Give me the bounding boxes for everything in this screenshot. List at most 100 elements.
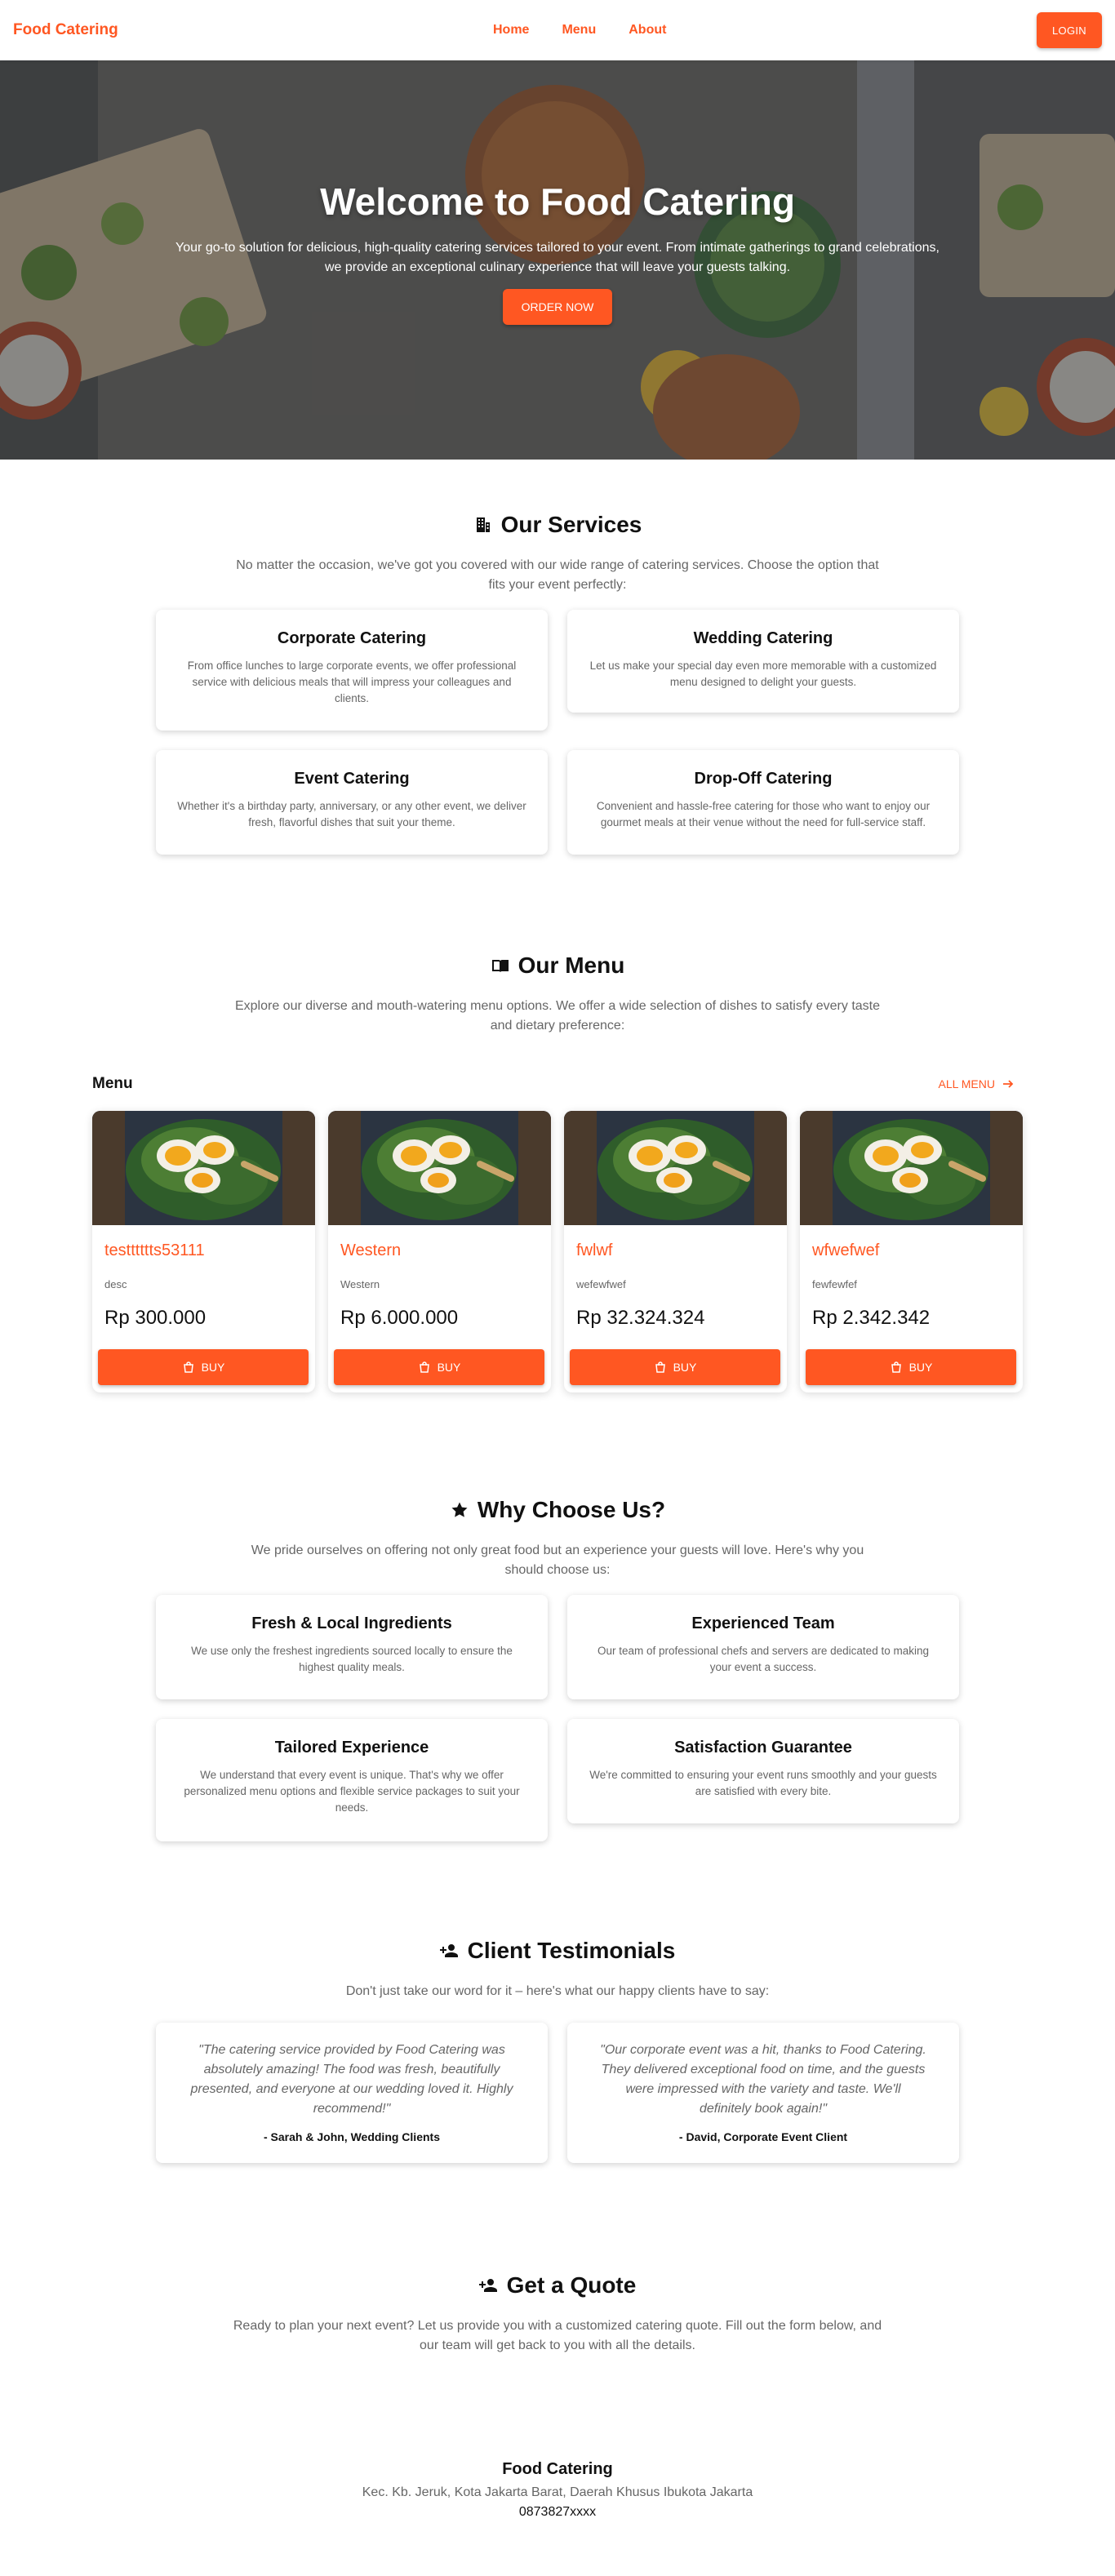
menu-description: Explore our diverse and mouth-watering m… <box>234 999 881 1033</box>
menu-item-image <box>564 1111 787 1225</box>
why-card-text: We understand that every event is unique… <box>184 1769 520 1814</box>
menu-item-name[interactable]: testttttts53111 <box>104 1241 303 1260</box>
all-menu-label: ALL MENU <box>938 1077 995 1090</box>
testimonial-card: "Our corporate event was a hit, thanks t… <box>567 2023 959 2163</box>
service-card-text: Let us make your special day even more m… <box>589 660 937 688</box>
menu-section: Our Menu Explore our diverse and mouth-w… <box>0 855 1115 1392</box>
order-now-button[interactable]: ORDER NOW <box>503 288 612 325</box>
menu-item-name[interactable]: Western <box>340 1241 539 1260</box>
menu-item-image <box>328 1111 551 1225</box>
menu-card: Western Western Rp 6.000.000 BUY <box>328 1111 551 1392</box>
testimonial-quote: "The catering service provided by Food C… <box>190 2043 513 2116</box>
service-card-text: Convenient and hassle-free catering for … <box>596 800 931 828</box>
footer-phone: 0873827xxxx <box>518 2505 597 2519</box>
menu-card-body: testttttts53111 desc Rp 300.000 BUY <box>92 1225 315 1385</box>
quote-description: Ready to plan your next event? Let us pr… <box>233 2319 882 2352</box>
building-icon <box>476 517 490 532</box>
testimonials-title: Client Testimonials <box>0 1938 1115 1964</box>
nav-links: Home Menu About <box>493 0 666 60</box>
menu-item-image <box>92 1111 315 1225</box>
brand-logo[interactable]: Food Catering <box>13 21 118 39</box>
service-card-text: From office lunches to large corporate e… <box>187 660 517 704</box>
buy-button-label: BUY <box>201 1361 225 1374</box>
menu-item-price: Rp 300.000 <box>104 1307 207 1329</box>
testimonial-card: "The catering service provided by Food C… <box>156 2023 548 2163</box>
menu-item-description: desc <box>104 1278 127 1290</box>
menu-item-description: Western <box>340 1278 380 1290</box>
nav-menu[interactable]: Menu <box>562 23 596 38</box>
menu-book-icon <box>491 960 509 972</box>
why-grid: Fresh & Local Ingredients We use only th… <box>156 1595 959 1841</box>
person-add-icon <box>439 1944 458 1957</box>
services-section: Our Services No matter the occasion, we'… <box>0 460 1115 855</box>
service-card-title: Event Catering <box>294 770 410 788</box>
login-button[interactable]: LOGIN <box>1037 12 1102 48</box>
why-card-text: We use only the freshest ingredients sou… <box>191 1645 513 1673</box>
services-title: Our Services <box>0 512 1115 538</box>
buy-button[interactable]: BUY <box>570 1349 780 1385</box>
footer-address: Kec. Kb. Jeruk, Kota Jakarta Barat, Daer… <box>362 2485 753 2499</box>
service-card: Corporate Catering From office lunches t… <box>156 610 548 731</box>
shopping-bag-icon <box>183 1361 193 1373</box>
all-menu-link[interactable]: ALL MENU <box>938 1077 1015 1090</box>
menu-title: Our Menu <box>0 953 1115 979</box>
why-card-title: Tailored Experience <box>274 1739 429 1757</box>
menu-item-price: Rp 32.324.324 <box>576 1307 705 1329</box>
menu-card: fwlwf wefewfwef Rp 32.324.324 BUY <box>564 1111 787 1392</box>
shopping-bag-icon <box>655 1361 665 1373</box>
hero-description: Your go-to solution for delicious, high-… <box>175 240 940 274</box>
why-card-title: Satisfaction Guarantee <box>674 1739 852 1757</box>
testimonials-section: Client Testimonials Don't just take our … <box>0 1841 1115 2163</box>
menu-item-description: fewfewfef <box>812 1278 857 1290</box>
menu-item-description: wefewfwef <box>576 1278 626 1290</box>
service-card-title: Corporate Catering <box>277 629 427 647</box>
why-title: Why Choose Us? <box>0 1497 1115 1523</box>
service-card-title: Wedding Catering <box>693 629 833 647</box>
why-card-text: We're committed to ensuring your event r… <box>589 1769 937 1797</box>
buy-button[interactable]: BUY <box>806 1349 1016 1385</box>
menu-item-image-wrap <box>800 1111 1023 1225</box>
shopping-bag-icon <box>419 1361 429 1373</box>
menu-item-image-wrap <box>328 1111 551 1225</box>
service-card-text: Whether it's a birthday party, anniversa… <box>177 800 526 828</box>
menu-grid: testttttts53111 desc Rp 300.000 BUY West… <box>92 1111 1023 1392</box>
footer: Food Catering Kec. Kb. Jeruk, Kota Jakar… <box>0 2356 1115 2520</box>
testimonial-author: - Sarah & John, Wedding Clients <box>264 2130 440 2143</box>
star-icon <box>451 1502 468 1517</box>
menu-card: wfwefwef fewfewfef Rp 2.342.342 BUY <box>800 1111 1023 1392</box>
nav-home[interactable]: Home <box>493 23 529 38</box>
why-card-text: Our team of professional chefs and serve… <box>597 1645 929 1673</box>
why-card-title: Fresh & Local Ingredients <box>251 1614 452 1632</box>
nav-about[interactable]: About <box>629 23 666 38</box>
service-card: Wedding Catering Let us make your specia… <box>567 610 959 713</box>
buy-button[interactable]: BUY <box>98 1349 309 1385</box>
why-card: Fresh & Local Ingredients We use only th… <box>156 1595 548 1699</box>
menu-card-body: wfwefwef fewfewfef Rp 2.342.342 BUY <box>800 1225 1023 1385</box>
testimonials-grid: "The catering service provided by Food C… <box>156 2023 959 2163</box>
menu-card-body: fwlwf wefewfwef Rp 32.324.324 BUY <box>564 1225 787 1385</box>
hero-title: Welcome to Food Catering <box>320 180 795 223</box>
footer-name: Food Catering <box>502 2460 613 2478</box>
testimonials-title-text: Client Testimonials <box>467 1938 676 1963</box>
menu-item-image-wrap <box>564 1111 787 1225</box>
why-card: Satisfaction Guarantee We're committed t… <box>567 1719 959 1823</box>
menu-item-name[interactable]: wfwefwef <box>812 1241 1011 1260</box>
menu-item-name[interactable]: fwlwf <box>576 1241 775 1260</box>
why-card-title: Experienced Team <box>691 1614 835 1632</box>
service-card: Drop-Off Catering Convenient and hassle-… <box>567 750 959 855</box>
services-grid: Corporate Catering From office lunches t… <box>156 610 959 855</box>
navbar: Food Catering Home Menu About LOGIN <box>0 0 1115 60</box>
service-card: Event Catering Whether it's a birthday p… <box>156 750 548 855</box>
why-description: We pride ourselves on offering not only … <box>251 1543 864 1577</box>
buy-button-label: BUY <box>437 1361 461 1374</box>
services-description: No matter the occasion, we've got you co… <box>236 558 879 592</box>
services-title-text: Our Services <box>500 512 642 537</box>
person-add-icon <box>478 2279 497 2292</box>
buy-button[interactable]: BUY <box>334 1349 544 1385</box>
menu-item-image <box>800 1111 1023 1225</box>
buy-button-label: BUY <box>673 1361 697 1374</box>
quote-section: Get a Quote Ready to plan your next even… <box>0 2163 1115 2356</box>
menu-item-image-wrap <box>92 1111 315 1225</box>
quote-title: Get a Quote <box>0 2272 1115 2298</box>
arrow-right-icon <box>1003 1080 1014 1088</box>
